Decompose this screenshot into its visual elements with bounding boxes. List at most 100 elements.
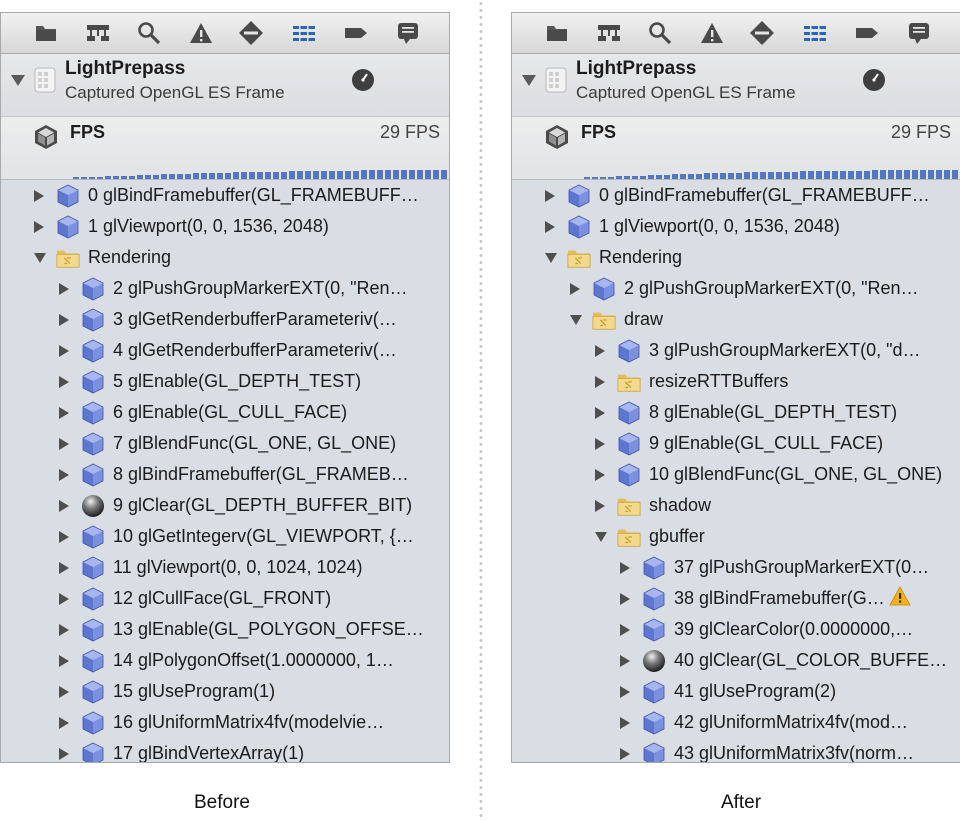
call-row[interactable]: 3 glPushGroupMarkerEXT(0, "d… [512, 335, 960, 366]
warning-icon[interactable] [889, 586, 911, 611]
group-row[interactable]: gbuffer [512, 521, 960, 552]
fps-gauge-row[interactable]: FPS 29 FPS [512, 117, 960, 180]
group-row[interactable]: Rendering [512, 242, 960, 273]
tag-icon[interactable] [343, 21, 369, 45]
disclosure-closed-icon[interactable] [59, 623, 69, 636]
disclosure-triangle-icon[interactable] [522, 74, 536, 86]
disclosure-closed-icon[interactable] [34, 220, 44, 233]
disclosure-closed-icon[interactable] [59, 747, 69, 760]
call-row[interactable]: 13 glEnable(GL_POLYGON_OFFSE… [1, 614, 449, 645]
clock-icon[interactable] [862, 68, 886, 92]
hierarchy-icon[interactable] [596, 21, 622, 45]
call-row[interactable]: 2 glPushGroupMarkerEXT(0, "Ren… [512, 273, 960, 304]
disclosure-closed-icon[interactable] [59, 716, 69, 729]
disclosure-open-icon[interactable] [34, 252, 46, 263]
clock-icon[interactable] [351, 68, 375, 92]
disclosure-closed-icon[interactable] [59, 654, 69, 667]
disclosure-closed-icon[interactable] [545, 220, 555, 233]
disclosure-closed-icon[interactable] [595, 344, 605, 357]
disclosure-open-icon[interactable] [595, 531, 607, 542]
comment-icon[interactable] [395, 21, 421, 45]
call-row[interactable]: 38 glBindFramebuffer(G… [512, 583, 960, 614]
group-row[interactable]: shadow [512, 490, 960, 521]
breakpoint-icon[interactable] [749, 21, 775, 45]
call-row[interactable]: 3 glGetRenderbufferParameteriv(… [1, 304, 449, 335]
call-row[interactable]: 9 glClear(GL_DEPTH_BUFFER_BIT) [1, 490, 449, 521]
disclosure-closed-icon[interactable] [545, 189, 555, 202]
frame-header[interactable]: LightPrepass Captured OpenGL ES Frame [1, 54, 449, 117]
folder-icon[interactable] [33, 21, 59, 45]
disclosure-closed-icon[interactable] [620, 561, 630, 574]
call-row[interactable]: 11 glViewport(0, 0, 1024, 1024) [1, 552, 449, 583]
disclosure-closed-icon[interactable] [595, 406, 605, 419]
disclosure-closed-icon[interactable] [59, 685, 69, 698]
call-row[interactable]: 8 glBindFramebuffer(GL_FRAMEB… [1, 459, 449, 490]
frame-header[interactable]: LightPrepass Captured OpenGL ES Frame [512, 54, 960, 117]
disclosure-open-icon[interactable] [570, 314, 582, 325]
disclosure-closed-icon[interactable] [59, 313, 69, 326]
disclosure-closed-icon[interactable] [59, 406, 69, 419]
disclosure-closed-icon[interactable] [59, 499, 69, 512]
group-row[interactable]: Rendering [1, 242, 449, 273]
call-row[interactable]: 1 glViewport(0, 0, 1536, 2048) [1, 211, 449, 242]
disclosure-closed-icon[interactable] [59, 592, 69, 605]
call-row[interactable]: 1 glViewport(0, 0, 1536, 2048) [512, 211, 960, 242]
list-icon[interactable] [291, 21, 317, 45]
call-row[interactable]: 0 glBindFramebuffer(GL_FRAMEBUFF… [512, 180, 960, 211]
disclosure-closed-icon[interactable] [59, 375, 69, 388]
group-row[interactable]: resizeRTTBuffers [512, 366, 960, 397]
call-row[interactable]: 43 glUniformMatrix3fv(norm… [512, 738, 960, 762]
disclosure-closed-icon[interactable] [570, 282, 580, 295]
call-row[interactable]: 14 glPolygonOffset(1.0000000, 1… [1, 645, 449, 676]
disclosure-open-icon[interactable] [545, 252, 557, 263]
disclosure-closed-icon[interactable] [620, 747, 630, 760]
call-row[interactable]: 37 glPushGroupMarkerEXT(0… [512, 552, 960, 583]
disclosure-closed-icon[interactable] [59, 344, 69, 357]
call-row[interactable]: 7 glBlendFunc(GL_ONE, GL_ONE) [1, 428, 449, 459]
fps-gauge-row[interactable]: FPS 29 FPS [1, 117, 449, 180]
disclosure-triangle-icon[interactable] [11, 74, 25, 86]
disclosure-closed-icon[interactable] [59, 468, 69, 481]
call-row[interactable]: 9 glEnable(GL_CULL_FACE) [512, 428, 960, 459]
disclosure-closed-icon[interactable] [59, 437, 69, 450]
group-row[interactable]: draw [512, 304, 960, 335]
breakpoint-icon[interactable] [238, 21, 264, 45]
disclosure-closed-icon[interactable] [620, 685, 630, 698]
disclosure-closed-icon[interactable] [59, 530, 69, 543]
search-icon[interactable] [647, 21, 673, 45]
call-row[interactable]: 8 glEnable(GL_DEPTH_TEST) [512, 397, 960, 428]
warning-icon[interactable] [188, 21, 214, 45]
call-row[interactable]: 40 glClear(GL_COLOR_BUFFE… [512, 645, 960, 676]
tag-icon[interactable] [854, 21, 880, 45]
call-row[interactable]: 4 glGetRenderbufferParameteriv(… [1, 335, 449, 366]
call-row[interactable]: 12 glCullFace(GL_FRONT) [1, 583, 449, 614]
list-icon[interactable] [802, 21, 828, 45]
disclosure-closed-icon[interactable] [595, 468, 605, 481]
disclosure-closed-icon[interactable] [34, 189, 44, 202]
call-row[interactable]: 16 glUniformMatrix4fv(modelvie… [1, 707, 449, 738]
disclosure-closed-icon[interactable] [620, 716, 630, 729]
call-row[interactable]: 39 glClearColor(0.0000000,… [512, 614, 960, 645]
search-icon[interactable] [136, 21, 162, 45]
call-row[interactable]: 17 glBindVertexArray(1) [1, 738, 449, 762]
call-row[interactable]: 10 glGetIntegerv(GL_VIEWPORT, {… [1, 521, 449, 552]
disclosure-closed-icon[interactable] [595, 375, 605, 388]
call-row[interactable]: 42 glUniformMatrix4fv(mod… [512, 707, 960, 738]
call-row[interactable]: 41 glUseProgram(2) [512, 676, 960, 707]
call-row[interactable]: 6 glEnable(GL_CULL_FACE) [1, 397, 449, 428]
disclosure-closed-icon[interactable] [620, 623, 630, 636]
folder-icon[interactable] [544, 21, 570, 45]
call-row[interactable]: 2 glPushGroupMarkerEXT(0, "Ren… [1, 273, 449, 304]
call-row[interactable]: 15 glUseProgram(1) [1, 676, 449, 707]
disclosure-closed-icon[interactable] [595, 499, 605, 512]
call-row[interactable]: 5 glEnable(GL_DEPTH_TEST) [1, 366, 449, 397]
call-row[interactable]: 10 glBlendFunc(GL_ONE, GL_ONE) [512, 459, 960, 490]
warning-icon[interactable] [699, 21, 725, 45]
comment-icon[interactable] [906, 21, 932, 45]
disclosure-closed-icon[interactable] [620, 592, 630, 605]
hierarchy-icon[interactable] [85, 21, 111, 45]
disclosure-closed-icon[interactable] [59, 282, 69, 295]
disclosure-closed-icon[interactable] [620, 654, 630, 667]
disclosure-closed-icon[interactable] [595, 437, 605, 450]
call-row[interactable]: 0 glBindFramebuffer(GL_FRAMEBUFF… [1, 180, 449, 211]
